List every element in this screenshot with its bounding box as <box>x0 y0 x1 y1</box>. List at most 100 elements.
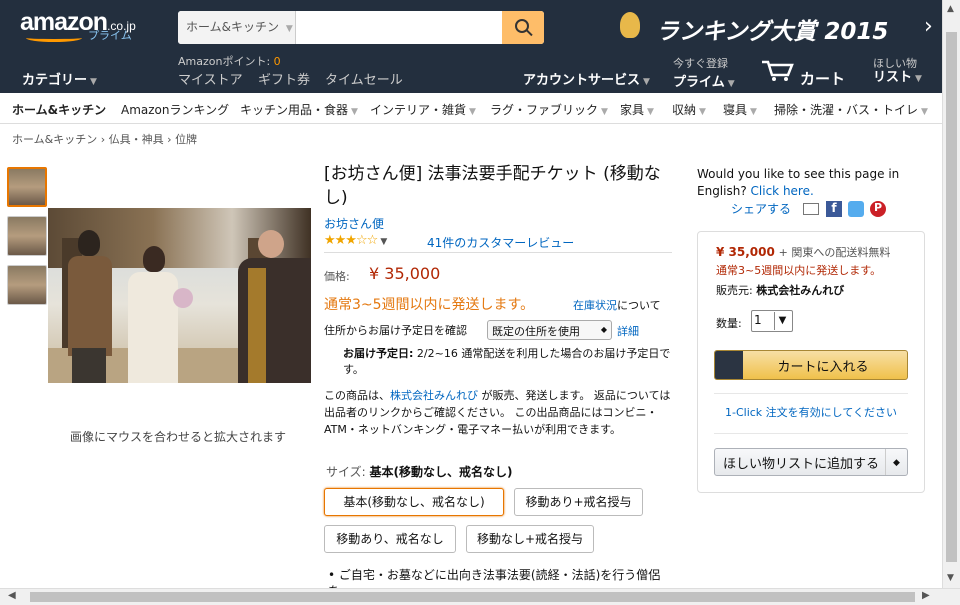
account-menu[interactable]: アカウントサービス ▼ <box>523 69 650 88</box>
subnav-label: 収納 <box>672 103 697 117</box>
header: amazon.co.jp プライム ホーム&キッチン ▼ ランキング大賞 201… <box>0 0 942 93</box>
scroll-up-icon[interactable]: ▲ <box>947 4 954 14</box>
mail-icon[interactable] <box>803 203 819 215</box>
thumbnail-1[interactable] <box>7 167 47 207</box>
man-body <box>68 256 112 356</box>
breadcrumb-butsugu[interactable]: 仏具・神具 <box>109 133 164 146</box>
facebook-icon[interactable]: f <box>826 201 842 217</box>
thumbnail-3[interactable] <box>7 265 47 305</box>
pinterest-icon[interactable]: P <box>870 201 886 217</box>
man-legs <box>72 348 106 383</box>
vertical-scroll-thumb[interactable] <box>946 32 957 562</box>
stock-suffix: について <box>617 299 661 312</box>
link-timesale[interactable]: タイムセール <box>325 69 403 88</box>
oneclick-link[interactable]: 1-Click 注文を有効にしてください <box>714 404 908 420</box>
option-move-nokaimyo[interactable]: 移動あり、戒名なし <box>324 525 456 553</box>
buybox-seller: 販売元: 株式会社みんれび <box>716 282 844 298</box>
chevron-down-icon: ▼ <box>750 107 757 117</box>
chevron-down-icon: ▼ <box>921 107 928 117</box>
twitter-icon[interactable] <box>848 201 864 217</box>
subnav-item-interior[interactable]: インテリア・雑貨 ▼ <box>370 101 476 118</box>
english-link[interactable]: Click here. <box>751 184 814 198</box>
quantity-select[interactable]: 1 ▼ <box>751 310 793 332</box>
subnav-item-ranking[interactable]: Amazonランキング <box>121 101 229 118</box>
man-head <box>78 230 100 256</box>
subnav-item-storage[interactable]: 収納 ▼ <box>672 101 706 118</box>
horizontal-scrollbar[interactable]: ◀ ▶ <box>0 588 960 605</box>
ranking-banner[interactable]: ランキング大賞 2015 <box>656 12 888 46</box>
flowers <box>173 288 193 308</box>
search-department-select[interactable]: ホーム&キッチン ▼ <box>178 11 296 44</box>
size-label-text: サイズ: <box>326 465 366 479</box>
subnav-item-bedding[interactable]: 寝具 ▼ <box>723 101 757 118</box>
option-nomove-kaimyo[interactable]: 移動なし+戒名授与 <box>466 525 594 553</box>
account-label: アカウントサービス <box>523 73 641 88</box>
updown-icon[interactable]: ◆ <box>885 449 907 475</box>
scroll-down-icon[interactable]: ▼ <box>947 573 954 583</box>
cart-link[interactable]: カート <box>800 68 845 89</box>
monk-sash <box>248 268 266 383</box>
subnav-item-cleaning[interactable]: 掃除・洗濯・バス・トイレ ▼ <box>774 101 928 118</box>
detail-link[interactable]: 詳細 <box>617 323 639 339</box>
scroll-left-icon[interactable]: ◀ <box>8 590 16 601</box>
seller-link[interactable]: 株式会社みんれび <box>390 389 478 402</box>
subnav-item-rug[interactable]: ラグ・ファブリック ▼ <box>490 101 608 118</box>
chevron-right-icon[interactable]: › <box>924 14 933 39</box>
search-input[interactable] <box>296 11 502 44</box>
buybox-seller-label: 販売元: <box>716 284 753 297</box>
vertical-scrollbar[interactable]: ▲ ▼ <box>942 0 960 588</box>
review-link[interactable]: 41件のカスタマーレビュー <box>427 234 574 251</box>
divider <box>324 252 672 253</box>
quantity-label: 数量: <box>716 317 742 330</box>
buybox-price-value: ¥ 35,000 <box>716 245 775 259</box>
logo-smile-icon <box>26 34 82 42</box>
horizontal-scroll-thumb[interactable] <box>30 592 915 602</box>
english-prompt: Would you like to see this page in Engli… <box>697 166 907 200</box>
search-department-label: ホーム&キッチン <box>186 20 279 34</box>
stock-link[interactable]: 在庫状況 <box>573 299 617 312</box>
add-to-cart-button[interactable]: カートに入れる <box>714 350 908 380</box>
subnav-item-home[interactable]: ホーム&キッチン <box>12 101 106 118</box>
buybox-seller-name: 株式会社みんれび <box>756 284 845 297</box>
link-giftcard[interactable]: ギフト券 <box>258 69 310 88</box>
monk-head <box>258 230 284 258</box>
subnav-label: インテリア・雑貨 <box>370 103 467 117</box>
prime-menu[interactable]: 今すぐ登録 プライム ▼ <box>673 55 735 90</box>
delivery-estimate: お届け予定日: 2/2~16 通常配送を利用した場合のお届け予定日です。 <box>343 346 673 378</box>
chevron-down-icon: ▼ <box>643 77 650 87</box>
product-image[interactable] <box>48 208 311 383</box>
cart-icon[interactable] <box>761 60 795 82</box>
chevron-down-icon: ▼ <box>601 107 608 117</box>
wishlist-small-label: ほしい物 <box>873 57 917 70</box>
size-value: 基本(移動なし、戒名なし) <box>369 465 513 479</box>
sold-prefix: この商品は、 <box>324 389 390 402</box>
search-button[interactable] <box>502 11 544 44</box>
breadcrumb-home[interactable]: ホーム&キッチン <box>12 133 97 146</box>
chevron-down-icon: ▼ <box>915 74 922 84</box>
medal-icon <box>620 12 640 38</box>
subnav-item-kitchen[interactable]: キッチン用品・食器 ▼ <box>240 101 358 118</box>
size-label: サイズ: 基本(移動なし、戒名なし) <box>326 463 513 480</box>
points-info[interactable]: Amazonポイント: 0 <box>178 53 281 69</box>
price-value: ¥ 35,000 <box>369 264 441 283</box>
chevron-down-icon: ▼ <box>647 107 654 117</box>
option-move-kaimyo[interactable]: 移動あり+戒名授与 <box>514 488 643 516</box>
chevron-down-icon: ▼ <box>469 107 476 117</box>
subnav-item-furniture[interactable]: 家具 ▼ <box>620 101 654 118</box>
stock-info: 在庫状況について <box>573 297 661 313</box>
scroll-right-icon[interactable]: ▶ <box>922 590 930 601</box>
share-link[interactable]: シェアする <box>731 200 791 217</box>
brand-link[interactable]: お坊さん便 <box>324 215 384 232</box>
rating-stars[interactable]: ★★★☆☆ ▼ <box>324 233 387 248</box>
address-select[interactable]: 既定の住所を使用 ◆ <box>487 320 612 340</box>
link-mystore[interactable]: マイストア <box>178 69 243 88</box>
option-basic[interactable]: 基本(移動なし、戒名なし) <box>324 488 504 516</box>
wishlist-menu[interactable]: ほしい物 リスト ▼ <box>873 57 922 86</box>
chevron-down-icon: ▼ <box>699 107 706 117</box>
thumbnail-2[interactable] <box>7 216 47 256</box>
delivery-label: お届け予定日: <box>343 347 414 360</box>
buybox-shipping-free: + 関東への配送料無料 <box>778 246 891 259</box>
breadcrumb-ihai[interactable]: 位牌 <box>175 133 197 146</box>
category-menu[interactable]: カテゴリー ▼ <box>22 69 97 88</box>
add-to-wishlist-button[interactable]: ほしい物リストに追加する ◆ <box>714 448 908 476</box>
